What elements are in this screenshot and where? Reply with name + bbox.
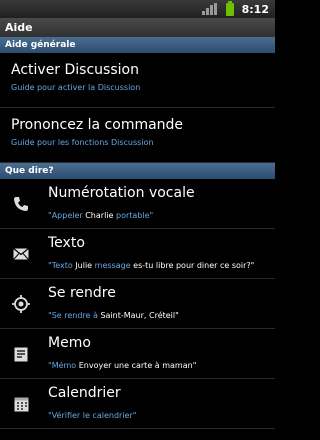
envelope-icon: [11, 244, 31, 264]
command-title: Texto: [48, 235, 85, 251]
command-title: Memo: [48, 335, 91, 351]
help-item-command[interactable]: Prononcez la commande Guide pour les fon…: [0, 108, 275, 163]
phone-icon: [11, 194, 31, 214]
command-example: "Se rendre à Saint-Maur, Créteil": [48, 311, 179, 320]
status-bar: 8:12: [0, 0, 275, 18]
section-header-general: Aide générale: [0, 37, 275, 53]
memo-icon: [11, 344, 31, 364]
command-example: "Texto Julie message es-tu libre pour di…: [48, 261, 255, 270]
location-icon: [11, 294, 31, 314]
command-example: "Mémo Envoyer une carte à maman": [48, 361, 197, 370]
help-item-subtitle: Guide pour activer la Discussion: [11, 83, 141, 92]
calendar-icon: [11, 394, 31, 414]
signal-icon: [201, 3, 218, 15]
command-item-memo[interactable]: Memo "Mémo Envoyer une carte à maman": [0, 329, 275, 379]
command-item-calendar[interactable]: Calendrier "Vérifier le calendrier": [0, 379, 275, 429]
command-title: Calendrier: [48, 385, 121, 401]
help-item-activate[interactable]: Activer Discussion Guide pour activer la…: [0, 53, 275, 108]
command-example: "Vérifier le calendrier": [48, 411, 137, 420]
help-item-subtitle: Guide pour les fonctions Discussion: [11, 138, 154, 147]
status-time: 8:12: [241, 2, 269, 16]
help-item-title: Activer Discussion: [11, 62, 139, 78]
command-title: Numérotation vocale: [48, 185, 195, 201]
command-item-text[interactable]: Texto "Texto Julie message es-tu libre p…: [0, 229, 275, 279]
command-example: "Appeler Charlie portable": [48, 211, 154, 220]
command-item-navigate[interactable]: Se rendre "Se rendre à Saint-Maur, Créte…: [0, 279, 275, 329]
battery-icon: [225, 0, 234, 16]
section-header-say: Que dire?: [0, 163, 275, 179]
help-item-title: Prononcez la commande: [11, 117, 184, 133]
page-title: Aide: [0, 18, 275, 37]
command-title: Se rendre: [48, 285, 116, 301]
command-item-voice-dial[interactable]: Numérotation vocale "Appeler Charlie por…: [0, 179, 275, 229]
